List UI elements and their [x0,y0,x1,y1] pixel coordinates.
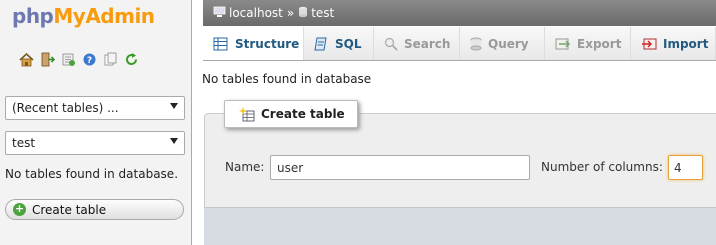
reload-icon[interactable] [123,51,140,68]
docs-icon[interactable] [102,51,119,68]
tab-import[interactable]: Import [631,27,716,60]
svg-text:?: ? [87,56,92,66]
help-icon[interactable]: ? [81,51,98,68]
database-icon [298,6,308,21]
navigation-panel: phpMyAdmin ? (Recent tables) ... test No… [0,0,192,245]
create-table-legend-label: Create table [261,107,345,121]
chevron-down-icon [170,103,178,109]
tab-export-label: Export [577,36,622,51]
quick-icons-bar: ? [18,51,140,69]
recent-tables-value: (Recent tables) ... [12,101,119,115]
phpmyadmin-logo[interactable]: phpMyAdmin [12,4,155,34]
tab-sql[interactable]: SQL [304,27,374,60]
breadcrumb-separator: » [286,6,295,20]
number-of-columns-label: Number of columns: [541,160,663,174]
tab-query[interactable]: Query [460,27,545,60]
tab-structure[interactable]: Structure [203,27,304,60]
tab-import-label: Import [663,36,709,51]
left-no-tables-message: No tables found in database. [5,167,179,181]
create-table-footer [204,207,716,245]
table-name-input[interactable] [270,155,530,180]
structure-icon [213,37,229,51]
search-icon [384,37,398,51]
query-icon [470,37,482,51]
breadcrumb-database[interactable]: test [311,6,334,20]
logo-php-text: php [12,4,54,28]
logo-myadmin-text: MyAdmin [53,4,155,28]
logout-icon[interactable] [39,51,56,68]
left-create-table-button[interactable]: + Create table [5,199,184,220]
create-table-legend: Create table [224,100,358,128]
sql-query-icon[interactable] [60,51,77,68]
tab-export[interactable]: Export [545,27,631,60]
sql-icon [314,37,329,51]
database-select-value: test [12,136,36,150]
plus-icon: + [13,202,26,216]
tab-structure-label: Structure [235,36,300,51]
number-of-columns-input[interactable] [668,155,703,180]
table-name-label: Name: [225,160,265,174]
database-select[interactable]: test [5,131,185,155]
home-icon[interactable] [18,51,35,68]
breadcrumb: localhost » test [203,0,716,26]
tab-search-label: Search [404,36,451,51]
export-icon [555,37,571,51]
chevron-down-icon [170,138,178,144]
no-tables-message: No tables found in database [202,72,372,86]
new-table-icon [239,106,255,122]
import-icon [641,37,657,51]
main-tabs: Structure SQL Search Query Export Import [203,27,716,61]
left-create-table-label: Create table [32,202,107,217]
tab-search[interactable]: Search [374,27,460,60]
tab-query-label: Query [488,36,529,51]
tab-sql-label: SQL [335,36,362,51]
server-icon [213,6,226,21]
breadcrumb-server[interactable]: localhost [229,6,283,20]
recent-tables-select[interactable]: (Recent tables) ... [5,96,185,120]
